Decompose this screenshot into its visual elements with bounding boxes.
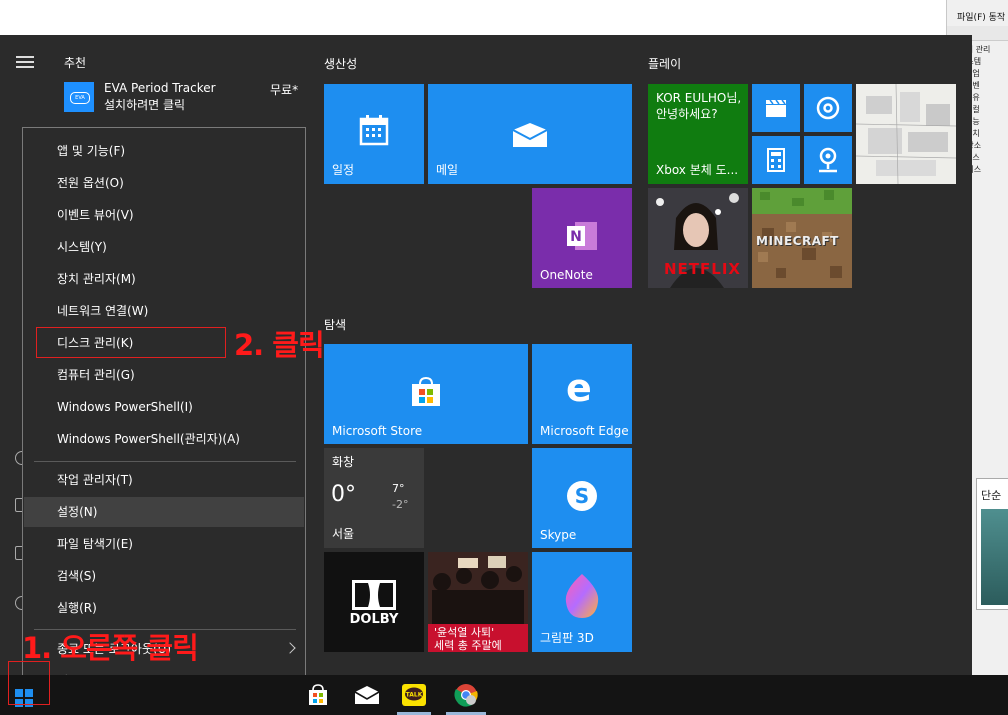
tile-label: Xbox 본체 도... — [656, 163, 739, 177]
tile-label: Skype — [540, 528, 577, 542]
tile-label: 그림판 3D — [540, 631, 594, 645]
menu-separator — [34, 461, 296, 462]
calculator-icon — [767, 148, 785, 172]
mail-icon — [512, 123, 548, 147]
menu-item-device-manager[interactable]: 장치 관리자(M) — [24, 264, 304, 294]
taskbar-chrome[interactable] — [452, 681, 480, 709]
xbox-greeting-line1: KOR EULHO님, — [656, 91, 742, 105]
paint3d-drop-icon — [565, 574, 599, 618]
taskbar-store[interactable] — [304, 681, 332, 709]
weather-condition: 화창 — [332, 455, 355, 469]
menu-item-system[interactable]: 시스템(Y) — [24, 232, 304, 262]
menu-item-run[interactable]: 실행(R) — [24, 593, 304, 623]
tile-weather[interactable]: 화창 0° 7° -2° 서울 — [324, 448, 424, 548]
tile-mail[interactable]: 메일 — [428, 84, 632, 184]
menu-item-settings[interactable]: 설정(N) — [24, 497, 304, 527]
tile-news[interactable]: '윤석열 사퇴' 세력 총 주말에 — [428, 552, 528, 652]
edge-e-icon: e — [566, 366, 592, 410]
menu-item-computer-management[interactable]: 컴퓨터 관리(G) — [24, 360, 304, 390]
svg-text:S: S — [575, 484, 589, 508]
news-headline-line1: '윤석열 사퇴' — [434, 626, 495, 639]
weather-temp: 0° — [331, 482, 356, 507]
recommended-label: 추천 — [64, 56, 87, 70]
svg-text:N: N — [570, 229, 582, 245]
menu-item-task-manager[interactable]: 작업 관리자(T) — [24, 465, 304, 495]
menu-item-power-options[interactable]: 전원 옵션(O) — [24, 168, 304, 198]
disk-window-graphic — [981, 509, 1008, 605]
taskbar: TALK — [0, 675, 1008, 715]
tile-groove-music[interactable] — [804, 84, 852, 132]
menu-item-powershell-admin[interactable]: Windows PowerShell(관리자)(A) — [24, 424, 304, 454]
group-label-play: 플레이 — [648, 57, 682, 71]
window-menubar[interactable]: 파일(F) 동작 — [957, 10, 1005, 23]
tile-label: 메일 — [436, 163, 459, 177]
netflix-logo-text: NETFLIX — [664, 260, 741, 278]
tile-microsoft-store[interactable]: Microsoft Store — [324, 344, 528, 444]
tile-dolby[interactable]: DOLBY — [324, 552, 424, 652]
calendar-icon — [359, 115, 389, 146]
tile-calendar[interactable]: 일정 — [324, 84, 424, 184]
kakaotalk-icon: TALK — [402, 684, 426, 706]
tile-minecraft[interactable]: MINECRAFT — [752, 188, 852, 288]
annotation-highlight-start-button — [8, 661, 50, 705]
tile-skype[interactable]: S Skype — [532, 448, 632, 548]
tile-onenote[interactable]: N OneNote — [532, 188, 632, 288]
chevron-right-icon — [284, 642, 296, 654]
svg-text:TALK: TALK — [406, 692, 423, 699]
taskbar-kakaotalk[interactable]: TALK — [400, 681, 428, 709]
recommended-app[interactable]: EVA EVA Period Tracker 설치하려면 클릭 무료* — [64, 80, 304, 114]
group-label-productivity: 생산성 — [324, 57, 358, 71]
news-headline-line2: 세력 총 주말에 — [434, 639, 502, 652]
onenote-icon: N — [567, 222, 597, 250]
annotation-step1-label: 1. 오른쪽 클릭 — [22, 631, 199, 665]
mail-icon — [354, 686, 380, 704]
recommended-app-price: 무료* — [270, 83, 299, 97]
xbox-greeting-line2: 안녕하세요? — [656, 107, 718, 121]
tile-microsoft-edge[interactable]: e Microsoft Edge — [532, 344, 632, 444]
annotation-highlight-disk-management — [36, 327, 226, 358]
dolby-logo-icon — [352, 580, 396, 610]
tile-label: Microsoft Edge — [540, 424, 629, 438]
recommended-app-name: EVA Period Tracker — [104, 81, 216, 95]
tile-movies[interactable] — [752, 84, 800, 132]
disk-window: 단순 — [976, 478, 1008, 610]
menu-item-powershell[interactable]: Windows PowerShell(I) — [24, 392, 304, 422]
tile-label: 서울 — [332, 527, 355, 541]
tile-netflix[interactable]: NETFLIX — [648, 188, 748, 288]
eva-app-icon: EVA — [64, 82, 94, 112]
tile-paint3d[interactable]: 그림판 3D — [532, 552, 632, 652]
group-label-explore: 탐색 — [324, 318, 347, 332]
music-disc-icon — [816, 96, 840, 120]
store-bag-icon — [309, 684, 327, 705]
architecture-sketch-image — [856, 84, 956, 184]
minecraft-logo-text: MINECRAFT — [756, 234, 839, 248]
weather-high: 7° — [392, 482, 405, 495]
film-clapper-icon — [766, 99, 786, 117]
skype-icon: S — [567, 481, 597, 511]
map-pin-icon — [819, 147, 837, 173]
menu-item-apps-features[interactable]: 앱 및 기능(F) — [24, 136, 304, 166]
winx-context-menu: 앱 및 기능(F) 전원 옵션(O) 이벤트 뷰어(V) 시스템(Y) 장치 관… — [22, 127, 306, 707]
tile-label: 일정 — [332, 163, 355, 177]
tile-maps[interactable] — [804, 136, 852, 184]
tile-label: OneNote — [540, 268, 593, 282]
annotation-step2-label: 2. 클릭 — [234, 328, 325, 362]
menu-item-search[interactable]: 검색(S) — [24, 561, 304, 591]
recommended-app-subtitle: 설치하려면 클릭 — [104, 98, 186, 112]
store-bag-icon — [412, 376, 440, 406]
chrome-icon — [454, 684, 478, 707]
menu-item-file-explorer[interactable]: 파일 탐색기(E) — [24, 529, 304, 559]
weather-low: -2° — [392, 498, 409, 511]
tile-label: Microsoft Store — [332, 424, 423, 438]
tile-xbox[interactable]: KOR EULHO님, 안녕하세요? Xbox 본체 도... — [648, 84, 748, 184]
hamburger-menu-icon[interactable] — [16, 56, 34, 70]
tile-photo-architecture[interactable] — [856, 84, 956, 184]
dolby-text: DOLBY — [349, 612, 399, 627]
tile-calculator[interactable] — [752, 136, 800, 184]
taskbar-mail[interactable] — [353, 681, 381, 709]
disk-window-title: 단순 — [981, 489, 1002, 502]
menu-item-event-viewer[interactable]: 이벤트 뷰어(V) — [24, 200, 304, 230]
